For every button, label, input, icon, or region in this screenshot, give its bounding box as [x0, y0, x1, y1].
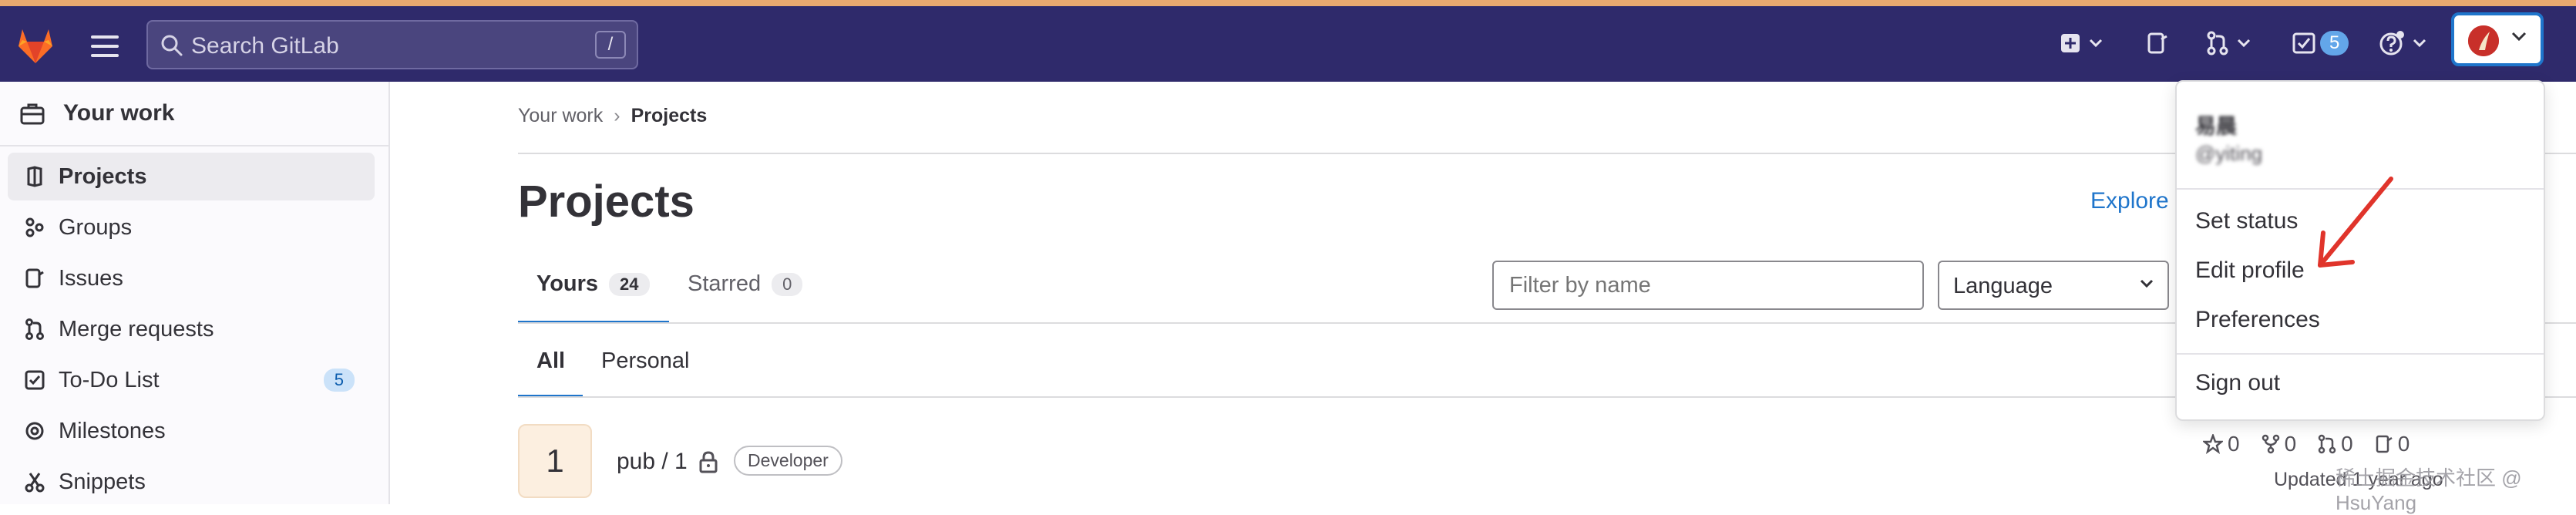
breadcrumb-separator-icon: › [614, 105, 620, 126]
snippet-icon [25, 473, 45, 493]
forks-count[interactable]: 0 [2262, 432, 2297, 456]
tab-label: Yours [536, 271, 599, 296]
chevron-down-icon [2237, 39, 2251, 48]
edit-profile-menu-item[interactable]: Edit profile [2195, 258, 2305, 284]
chevron-down-icon [2413, 39, 2426, 48]
role-badge: Developer [734, 446, 842, 476]
breadcrumb-current[interactable]: Projects [631, 105, 708, 126]
subtab-personal[interactable]: Personal [601, 348, 689, 374]
todo-icon [2292, 32, 2315, 54]
sign-out-menu-item[interactable]: Sign out [2195, 370, 2280, 396]
subtab-all[interactable]: All [536, 348, 565, 374]
merge-request-icon [2318, 434, 2336, 454]
watermark-text: 稀土掘金技术社区 @ HsuYang [2336, 466, 2522, 514]
sidebar-item-label: Groups [59, 214, 133, 240]
issues-count[interactable]: 0 [2375, 432, 2410, 456]
explore-projects-button[interactable]: Explore [2090, 188, 2169, 214]
sidebar-item-label: Milestones [59, 418, 166, 443]
user-menu-button[interactable] [2451, 12, 2544, 66]
project-stats: 0 0 0 0 [2203, 432, 2431, 456]
tab-yours[interactable]: Yours 24 [536, 271, 650, 297]
issues-icon [2147, 32, 2167, 54]
page-title: Projects [518, 177, 694, 227]
menu-icon[interactable] [91, 35, 119, 57]
todo-count-badge: 5 [323, 369, 355, 392]
avatar-image-icon [2468, 25, 2499, 56]
group-icon [25, 217, 44, 237]
avatar [2468, 25, 2499, 56]
tab-label: Starred [688, 271, 762, 296]
sidebar-item-label: Issues [59, 265, 123, 291]
sidebar-item-label: Snippets [59, 469, 146, 494]
chevron-down-icon [2140, 279, 2154, 288]
language-select-value: Language [1953, 274, 2053, 298]
set-status-menu-item[interactable]: Set status [2195, 208, 2298, 234]
tab-count-badge: 24 [609, 272, 650, 296]
search-shortcut-key: / [595, 31, 626, 59]
stars-count[interactable]: 0 [2203, 432, 2240, 456]
fork-icon [2262, 434, 2279, 454]
forks-value: 0 [2284, 432, 2297, 456]
create-new-button[interactable] [2060, 28, 2103, 59]
project-name-link[interactable]: pub / 1 [617, 449, 688, 475]
search-input[interactable]: Search GitLab / [146, 20, 638, 69]
breadcrumb-parent-link[interactable]: Your work [518, 105, 603, 126]
sidebar-item-projects[interactable]: Projects [8, 153, 375, 200]
sidebar: Your work Projects Groups Issues Merge r… [0, 82, 390, 504]
sidebar-divider [0, 145, 388, 146]
user-username: @yiting [2195, 142, 2263, 165]
milestone-icon [25, 422, 44, 440]
issues-icon [25, 268, 44, 288]
sidebar-item-issues[interactable]: Issues [8, 254, 375, 302]
user-display-name: 易晨 [2195, 115, 2237, 138]
stars-value: 0 [2228, 432, 2240, 456]
annotation-arrow-icon [2318, 177, 2393, 268]
todos-nav-button[interactable]: 5 [2292, 28, 2349, 59]
merge-requests-nav-button[interactable] [2206, 28, 2251, 59]
tab-starred[interactable]: Starred 0 [688, 271, 803, 297]
breadcrumb: Your work › Projects [518, 105, 707, 127]
sidebar-item-todo-list[interactable]: To-Do List 5 [8, 356, 375, 404]
chevron-down-icon [2511, 32, 2527, 42]
top-navbar: Search GitLab / 5 [0, 6, 2576, 82]
tab-count-badge: 0 [772, 272, 803, 296]
todo-icon [25, 370, 45, 390]
merge-request-icon [2207, 31, 2228, 56]
help-button[interactable] [2379, 28, 2426, 59]
sidebar-title: Your work [63, 100, 175, 126]
top-accent-strip [0, 0, 2576, 6]
sidebar-header: Your work [20, 100, 174, 126]
issues-value: 0 [2397, 432, 2410, 456]
filter-by-name-input[interactable] [1492, 261, 1924, 310]
sidebar-item-label: Projects [59, 163, 147, 189]
merge-request-icon [25, 318, 44, 340]
preferences-menu-item[interactable]: Preferences [2195, 307, 2320, 333]
issues-icon [2376, 435, 2393, 453]
search-icon [161, 35, 183, 56]
chevron-down-icon [2089, 39, 2103, 48]
issues-nav-button[interactable] [2146, 28, 2169, 59]
sidebar-item-label: To-Do List [59, 367, 160, 392]
dropdown-divider [2177, 353, 2544, 355]
help-icon [2379, 31, 2404, 56]
merge-requests-value: 0 [2341, 432, 2353, 456]
merge-requests-count[interactable]: 0 [2318, 432, 2353, 456]
star-icon [2203, 434, 2223, 454]
sidebar-item-label: Merge requests [59, 316, 214, 342]
sidebar-item-snippets[interactable]: Snippets [8, 458, 375, 506]
plus-square-icon [2061, 34, 2080, 52]
project-avatar[interactable]: 1 [518, 424, 592, 498]
sidebar-item-merge-requests[interactable]: Merge requests [8, 305, 375, 353]
briefcase-icon [20, 103, 45, 125]
gitlab-logo-icon[interactable] [14, 23, 57, 66]
project-icon [27, 166, 42, 187]
todo-count-badge: 5 [2320, 31, 2349, 56]
lock-icon [699, 451, 718, 473]
search-placeholder: Search GitLab [191, 33, 339, 59]
language-select[interactable]: Language [1938, 261, 2169, 310]
sidebar-item-groups[interactable]: Groups [8, 204, 375, 251]
sidebar-item-milestones[interactable]: Milestones [8, 407, 375, 455]
